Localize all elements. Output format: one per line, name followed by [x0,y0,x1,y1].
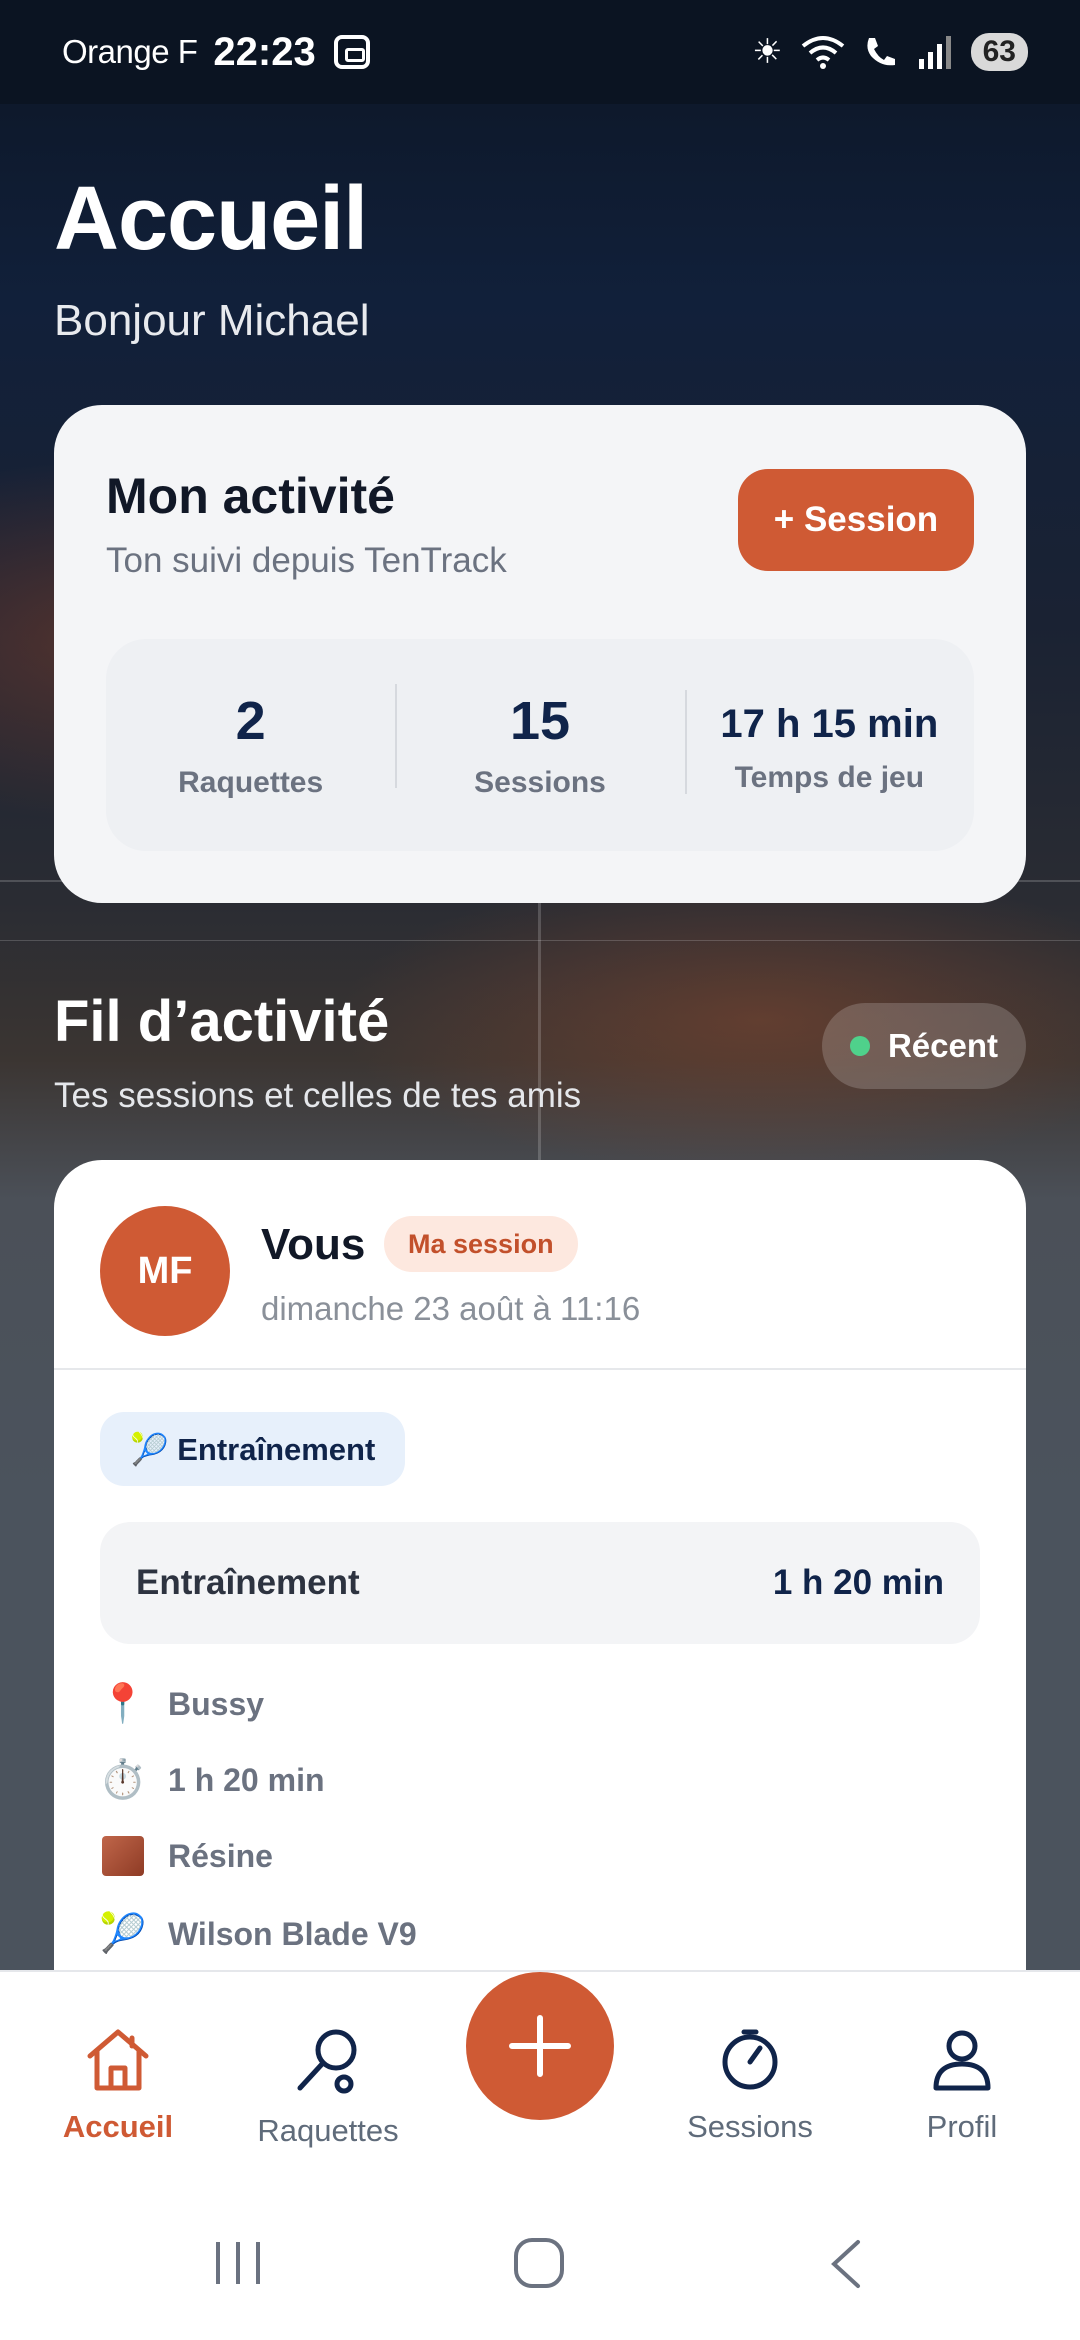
racket-icon [297,2029,357,2094]
nav-item-home[interactable]: Accueil [28,2024,208,2145]
surface-swatch-icon [100,1836,146,1876]
stat-label: Raquettes [178,766,324,799]
detail-racket: 🎾 Wilson Blade V9 [99,1912,417,1956]
detail-text: Bussy [168,1685,265,1722]
activity-title: Mon activité [106,468,395,524]
nav-item-rackets[interactable]: Raquettes [238,2024,418,2149]
stat-label: Sessions [474,766,606,799]
nav-label: Raquettes [257,2113,399,2148]
post-author: Vous [261,1220,366,1269]
post-date: dimanche 23 août à 11:16 [261,1290,641,1327]
detail-text: Wilson Blade V9 [168,1915,417,1952]
court-line [538,880,541,1160]
add-session-fab[interactable] [466,1972,614,2120]
plus-icon [509,2015,571,2077]
session-type-chip: 🎾 Entraînement [100,1412,406,1486]
signal-icon [918,36,951,69]
stats-panel: 2 Raquettes 15 Sessions 17 h 15 min Temp… [106,639,974,851]
recent-filter-label: Récent [887,1027,999,1064]
stat-playtime: 17 h 15 min Temps de jeu [684,689,974,795]
recent-apps-icon[interactable] [210,2238,266,2288]
detail-text: 1 h 20 min [168,1761,325,1798]
nav-label: Profil [926,2109,998,2144]
stat-sessions: 15 Sessions [395,684,684,800]
wifi-icon [801,36,844,69]
detail-text: Résine [168,1837,273,1874]
recent-filter-button[interactable]: Récent [822,1003,1026,1089]
user-icon [933,2030,991,2091]
brightness-icon: ☀ [752,33,783,71]
avatar[interactable]: MF [100,1206,230,1336]
racket-icon: 🎾 [99,1913,147,1955]
screenshot-icon [333,35,370,69]
detail-location: 📍 Bussy [99,1682,265,1726]
activity-subtitle: Ton suivi depuis TenTrack [106,541,507,580]
summary-duration: 1 h 20 min [772,1563,944,1602]
clock: 22:23 [213,29,316,74]
nav-item-sessions[interactable]: Sessions [660,2024,840,2145]
stat-value: 17 h 15 min [720,701,939,746]
add-session-button[interactable]: + Session [738,469,974,571]
stat-value: 15 [509,691,571,751]
nav-label: Sessions [687,2109,813,2144]
session-summary: Entraînement 1 h 20 min [100,1522,980,1644]
divider [54,1368,1026,1370]
detail-duration: ⏱️ 1 h 20 min [99,1758,325,1802]
summary-label: Entraînement [136,1563,360,1602]
battery-indicator: 63 [970,33,1028,71]
status-bar: Orange F 22:23 ☀ 63 [0,0,1080,104]
nav-item-profile[interactable]: Profil [872,2024,1052,2145]
nav-label: Accueil [62,2109,174,2144]
page-title: Accueil [54,169,368,269]
my-session-badge: Ma session [384,1216,578,1272]
stat-rackets: 2 Raquettes [106,690,395,800]
stopwatch-icon: ⏱️ [99,1759,147,1801]
detail-surface: Résine [100,1836,273,1876]
location-pin-icon: 📍 [99,1683,147,1725]
carrier-name: Orange F [62,33,198,70]
home-button-icon[interactable] [512,2236,568,2290]
court-line [0,940,1080,941]
greeting-text: Bonjour Michael [54,296,370,345]
stat-value: 2 [235,691,266,751]
system-navigation-bar [0,2190,1080,2340]
back-icon[interactable] [826,2238,866,2290]
feed-subtitle: Tes sessions et celles de tes amis [54,1076,582,1115]
timer-icon [722,2029,778,2090]
session-post-card[interactable]: MF Vous Ma session dimanche 23 août à 11… [54,1160,1026,2020]
stat-label: Temps de jeu [734,760,925,794]
activity-card: Mon activité Ton suivi depuis TenTrack +… [54,405,1026,903]
home-icon [87,2029,149,2091]
status-dot-icon [849,1036,870,1056]
wifi-calling-icon [867,38,895,66]
feed-title: Fil d’activité [54,989,390,1054]
